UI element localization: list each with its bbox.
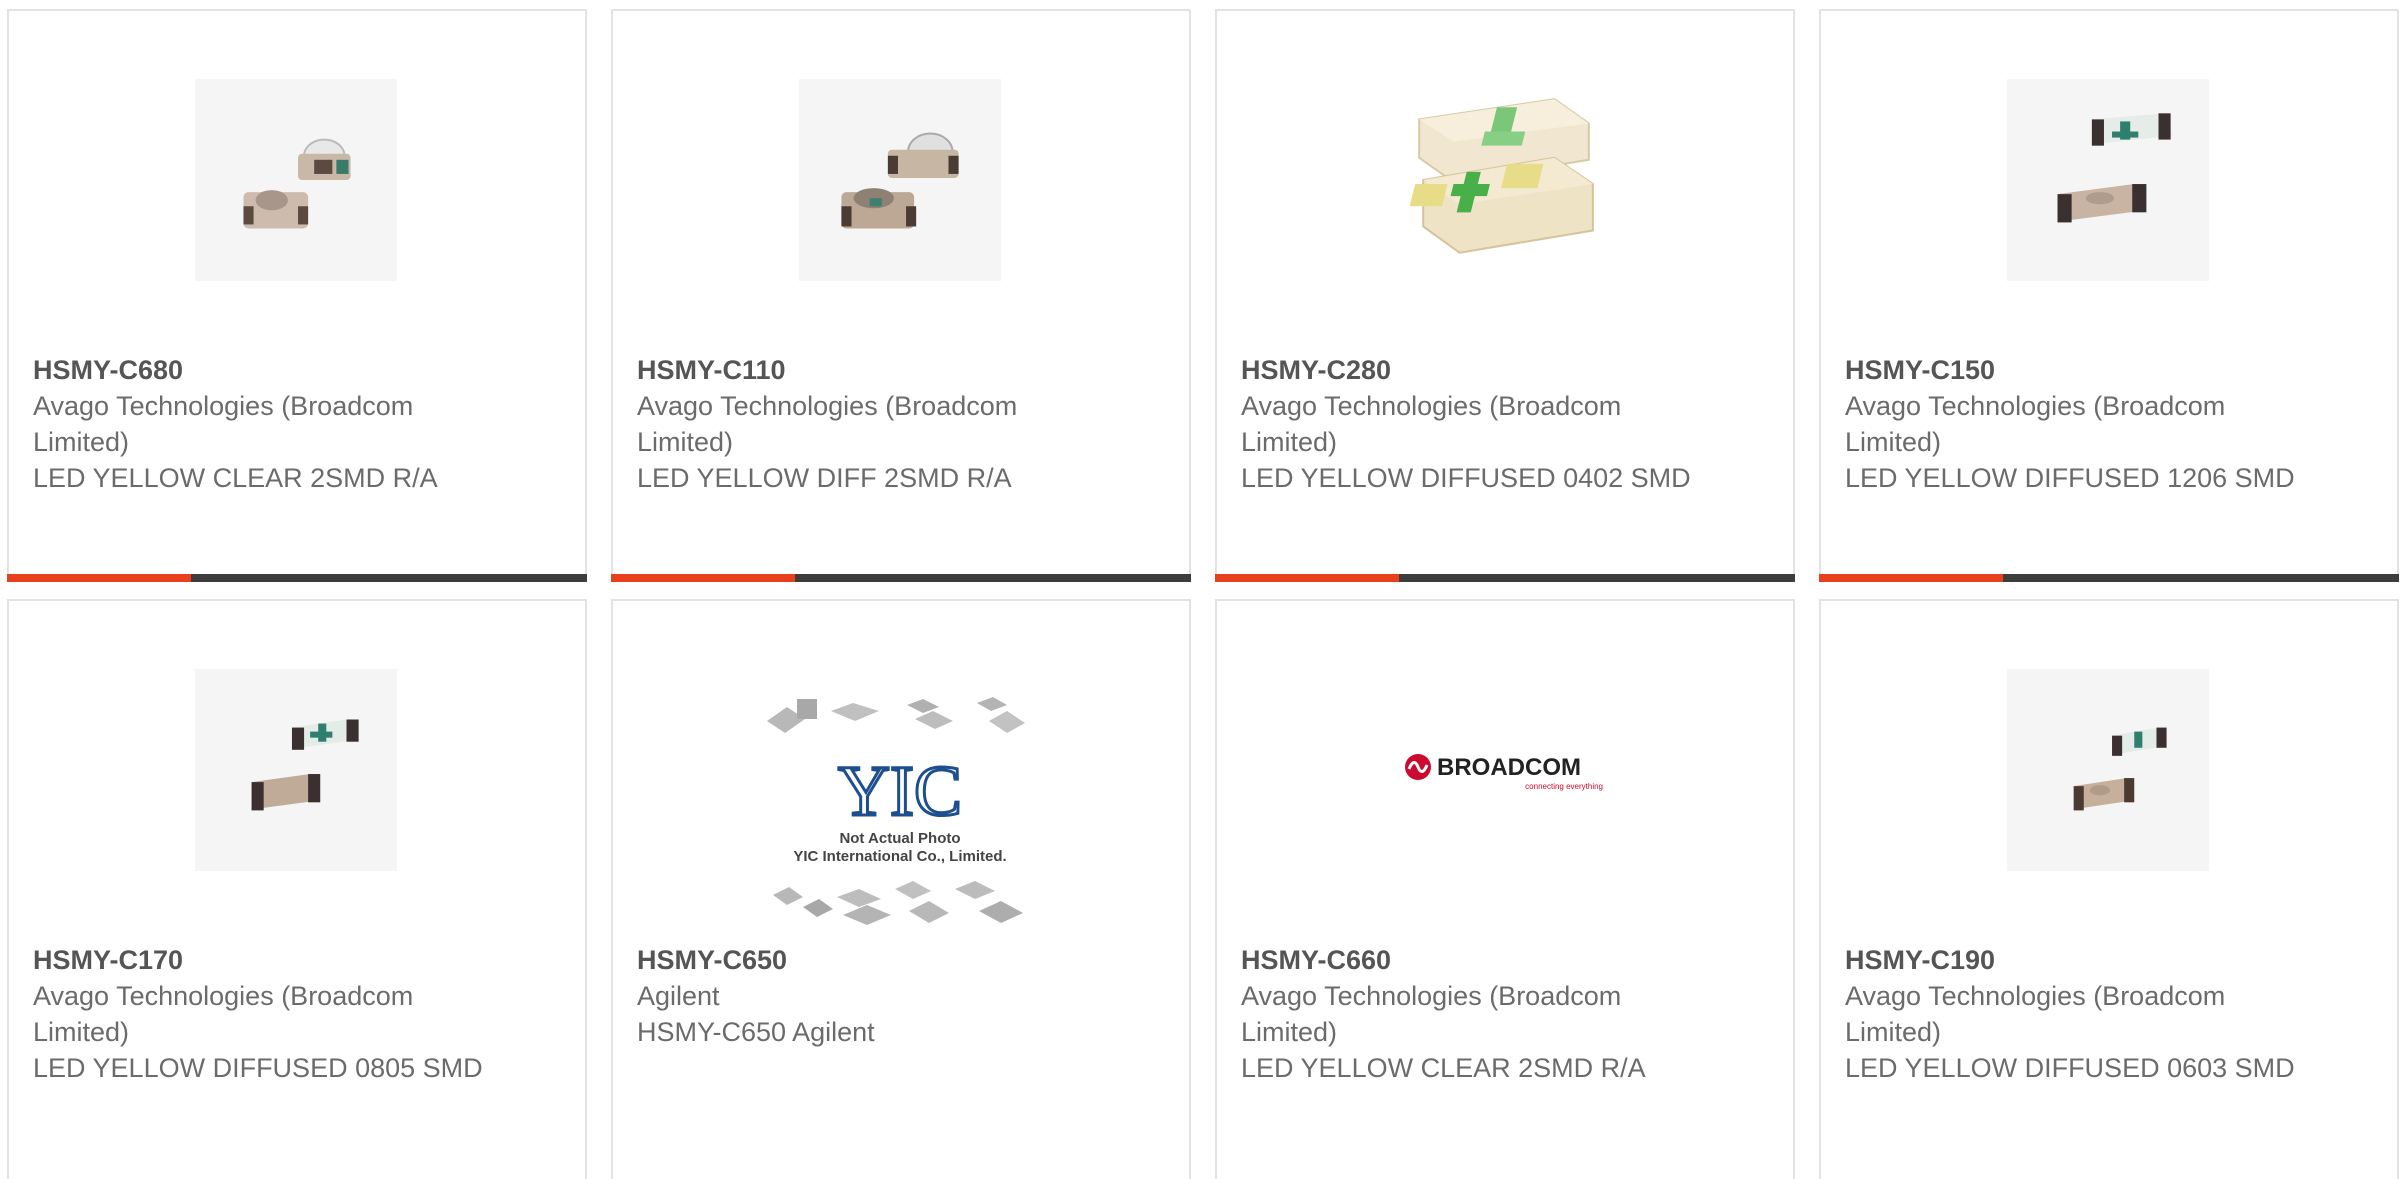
card-footer-accent <box>7 574 191 582</box>
manufacturer: Avago Technologies (Broadcom Limited) <box>1241 391 1622 457</box>
manufacturer: Avago Technologies (Broadcom Limited) <box>1845 981 2226 1047</box>
broadcom-logo[interactable]: BROADCOM connecting everything <box>1403 743 1613 803</box>
led-0805-chip-icon[interactable] <box>195 669 397 871</box>
part-number[interactable]: HSMY-C660 <box>1241 942 1691 978</box>
card-footer-bar <box>611 574 1191 582</box>
part-number[interactable]: HSMY-C650 <box>637 942 1087 978</box>
description: LED YELLOW CLEAR 2SMD R/A <box>1241 1053 1646 1083</box>
not-actual-photo-placeholder[interactable]: YIC Not Actual Photo YIC International C… <box>763 693 1037 933</box>
part-number[interactable]: HSMY-C170 <box>33 942 483 978</box>
part-number[interactable]: HSMY-C110 <box>637 352 1087 388</box>
product-card[interactable]: HSMY-C680 Avago Technologies (Broadcom L… <box>7 9 587 582</box>
description: LED YELLOW DIFFUSED 0603 SMD <box>1845 1053 2295 1083</box>
part-number[interactable]: HSMY-C680 <box>33 352 483 388</box>
card-footer-accent <box>611 574 795 582</box>
led-1206-chip-icon[interactable] <box>2007 79 2209 281</box>
part-number[interactable]: HSMY-C190 <box>1845 942 2295 978</box>
product-card[interactable]: HSMY-C150 Avago Technologies (Broadcom L… <box>1819 9 2399 582</box>
description: HSMY-C650 Agilent <box>637 1017 875 1047</box>
manufacturer: Avago Technologies (Broadcom Limited) <box>1241 981 1622 1047</box>
led-right-angle-clear-icon[interactable] <box>195 79 397 281</box>
part-number[interactable]: HSMY-C280 <box>1241 352 1691 388</box>
svg-text:YIC International Co., Limited: YIC International Co., Limited. <box>793 848 1006 865</box>
manufacturer: Avago Technologies (Broadcom Limited) <box>33 391 414 457</box>
svg-text:BROADCOM: BROADCOM <box>1437 754 1581 781</box>
description: LED YELLOW DIFFUSED 0805 SMD <box>33 1053 483 1083</box>
manufacturer: Avago Technologies (Broadcom Limited) <box>637 391 1018 457</box>
card-footer-accent <box>1819 574 2003 582</box>
description: LED YELLOW CLEAR 2SMD R/A <box>33 463 438 493</box>
manufacturer: Avago Technologies (Broadcom Limited) <box>1845 391 2226 457</box>
card-footer-bar <box>7 574 587 582</box>
product-grid: HSMY-C680 Avago Technologies (Broadcom L… <box>0 0 2400 1179</box>
description: LED YELLOW DIFF 2SMD R/A <box>637 463 1012 493</box>
card-footer-bar <box>1215 574 1795 582</box>
product-card[interactable]: YIC Not Actual Photo YIC International C… <box>611 599 1191 1179</box>
svg-text:connecting everything: connecting everything <box>1525 782 1603 791</box>
part-number[interactable]: HSMY-C150 <box>1845 352 2295 388</box>
svg-text:YIC: YIC <box>838 751 962 831</box>
product-card[interactable]: HSMY-C110 Avago Technologies (Broadcom L… <box>611 9 1191 582</box>
product-card[interactable]: HSMY-C280 Avago Technologies (Broadcom L… <box>1215 9 1795 582</box>
description: LED YELLOW DIFFUSED 1206 SMD <box>1845 463 2295 493</box>
svg-text:Not Actual Photo: Not Actual Photo <box>839 830 960 847</box>
product-card[interactable]: HSMY-C190 Avago Technologies (Broadcom L… <box>1819 599 2399 1179</box>
led-right-angle-diffused-icon[interactable] <box>799 79 1001 281</box>
card-footer-bar <box>1819 574 2399 582</box>
manufacturer: Agilent <box>637 981 720 1011</box>
led-0603-chip-icon[interactable] <box>2007 669 2209 871</box>
product-card[interactable]: HSMY-C170 Avago Technologies (Broadcom L… <box>7 599 587 1179</box>
manufacturer: Avago Technologies (Broadcom Limited) <box>33 981 414 1047</box>
description: LED YELLOW DIFFUSED 0402 SMD <box>1241 463 1691 493</box>
card-footer-accent <box>1215 574 1399 582</box>
led-0402-chip-icon[interactable] <box>1403 79 1605 281</box>
product-card[interactable]: BROADCOM connecting everything HSMY-C660… <box>1215 599 1795 1179</box>
